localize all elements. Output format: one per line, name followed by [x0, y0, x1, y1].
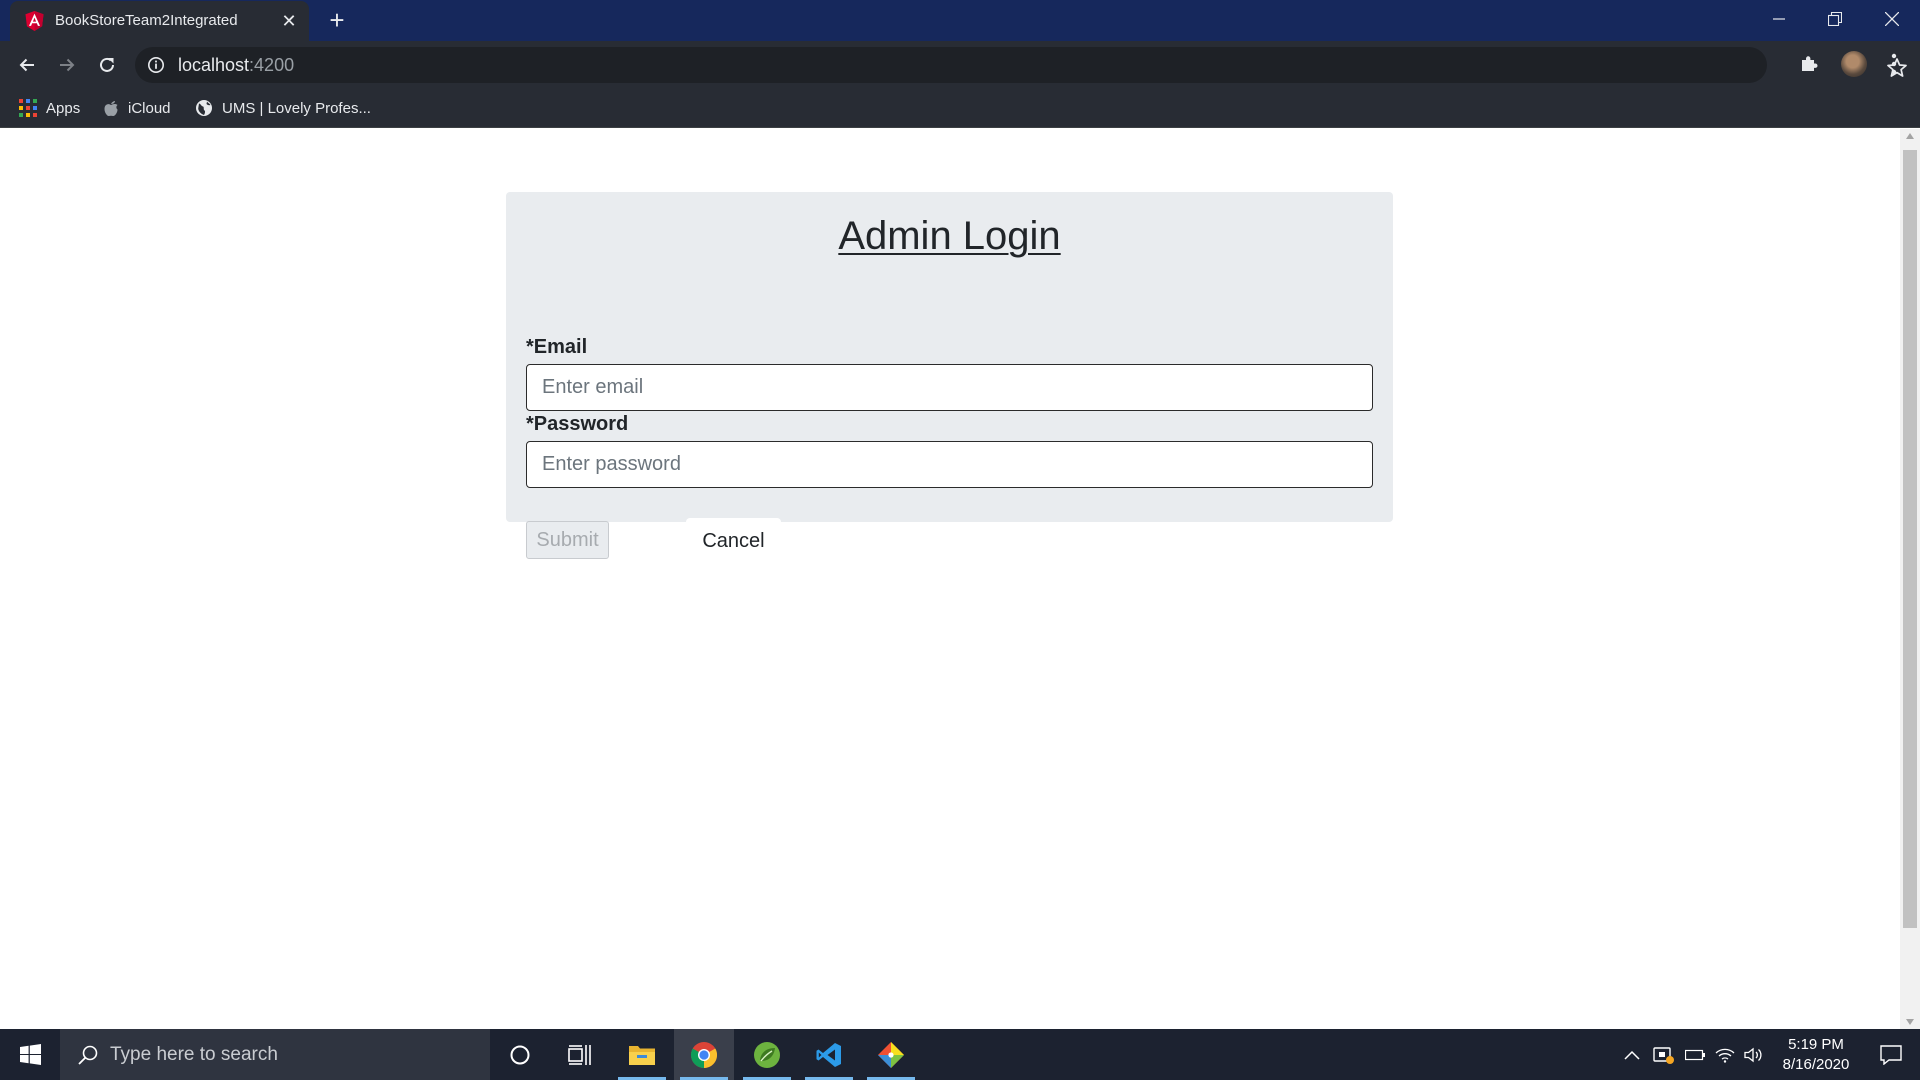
chrome-button[interactable] — [674, 1029, 734, 1080]
search-icon — [78, 1045, 98, 1065]
arrow-left-icon — [19, 58, 34, 72]
email-field[interactable] — [526, 364, 1373, 411]
meet-now-button[interactable] — [1650, 1029, 1678, 1080]
cancel-button[interactable]: Cancel — [686, 518, 781, 565]
search-placeholder: Type here to search — [110, 1044, 278, 1065]
bookmark-apps[interactable]: Apps — [19, 96, 80, 120]
apple-icon — [104, 101, 118, 117]
close-icon — [1884, 12, 1899, 26]
taskbar-search[interactable]: Type here to search — [60, 1029, 490, 1080]
start-button[interactable] — [0, 1029, 60, 1080]
page-viewport: Admin Login *Email *Password Submit Canc… — [0, 129, 1900, 1029]
volume-button[interactable] — [1741, 1029, 1767, 1080]
git-button[interactable] — [861, 1029, 921, 1080]
spring-tool-suite-icon — [754, 1041, 780, 1068]
restore-icon — [1827, 12, 1842, 26]
browser-toolbar: localhost:4200 — [0, 41, 1920, 88]
info-icon[interactable] — [147, 56, 165, 74]
close-window-button[interactable] — [1863, 0, 1920, 38]
bookmark-ums[interactable]: UMS | Lovely Profes... — [195, 96, 371, 120]
wifi-icon — [1715, 1048, 1735, 1063]
address-bar[interactable]: localhost:4200 — [135, 47, 1907, 83]
minimize-button[interactable] — [1750, 0, 1807, 38]
cortana-button[interactable] — [490, 1029, 550, 1080]
windows-taskbar: Type here to search 5:19 PM 8/16/2020 — [0, 1029, 1920, 1080]
vscode-button[interactable] — [799, 1029, 859, 1080]
clock-time: 5:19 PM — [1788, 1036, 1844, 1053]
meet-now-icon — [1653, 1046, 1674, 1064]
system-clock[interactable]: 5:19 PM 8/16/2020 — [1770, 1035, 1862, 1075]
spring-tool-suite-button[interactable] — [737, 1029, 797, 1080]
new-tab-button[interactable]: + — [324, 7, 350, 34]
bookmark-label: Apps — [46, 99, 81, 117]
extensions-puzzle-icon[interactable] — [1798, 51, 1822, 75]
reload-button[interactable] — [89, 47, 125, 83]
notification-icon — [1880, 1044, 1902, 1065]
forward-button[interactable] — [49, 47, 85, 83]
git-icon — [878, 1041, 904, 1068]
browser-tab[interactable]: BookStoreTeam2Integrated ✕ — [10, 1, 309, 41]
chevron-up-icon — [1624, 1050, 1640, 1060]
task-view-icon — [568, 1044, 591, 1065]
file-explorer-icon — [629, 1045, 655, 1065]
password-field[interactable] — [526, 441, 1373, 488]
login-card: Admin Login *Email *Password Submit Canc… — [506, 192, 1393, 565]
vscode-icon — [816, 1042, 841, 1067]
show-hidden-icons-button[interactable] — [1620, 1029, 1644, 1080]
file-explorer-button[interactable] — [612, 1029, 672, 1080]
profile-avatar[interactable] — [1841, 51, 1867, 77]
windows-logo-icon — [19, 1044, 41, 1065]
tab-close-icon[interactable]: ✕ — [278, 10, 300, 32]
submit-button[interactable]: Submit — [526, 521, 609, 559]
bookmark-icloud[interactable]: iCloud — [103, 96, 171, 120]
speaker-icon — [1744, 1047, 1762, 1062]
more-vertical-icon[interactable] — [1884, 51, 1904, 77]
url-host: localhost — [178, 55, 250, 75]
network-button[interactable] — [1712, 1029, 1738, 1080]
minimize-icon — [1772, 18, 1785, 20]
cortana-icon — [510, 1045, 530, 1064]
url-text: localhost:4200 — [178, 55, 294, 76]
vertical-scrollbar[interactable] — [1900, 129, 1920, 1029]
apps-grid-icon — [19, 99, 37, 117]
page-title: Admin Login — [838, 214, 1061, 258]
tab-title: BookStoreTeam2Integrated — [55, 12, 238, 29]
scroll-up-arrow-icon[interactable] — [1906, 133, 1914, 139]
scroll-down-arrow-icon[interactable] — [1906, 1019, 1914, 1025]
back-button[interactable] — [9, 47, 45, 83]
task-view-button[interactable] — [550, 1029, 610, 1080]
arrow-right-icon — [60, 58, 75, 72]
browser-title-bar: BookStoreTeam2Integrated ✕ + — [0, 0, 1920, 41]
globe-icon — [196, 100, 212, 116]
email-label: *Email — [526, 336, 588, 358]
action-center-button[interactable] — [1862, 1029, 1920, 1080]
clock-date: 8/16/2020 — [1782, 1056, 1850, 1073]
battery-icon — [1685, 1049, 1705, 1060]
reload-icon — [100, 57, 114, 72]
restore-button[interactable] — [1806, 0, 1863, 38]
scrollbar-thumb[interactable] — [1903, 150, 1917, 928]
bookmarks-bar: Apps iCloud UMS | Lovely Profes... — [0, 88, 1920, 128]
password-label: *Password — [526, 413, 629, 435]
chrome-icon — [690, 1041, 718, 1068]
bookmark-label: UMS | Lovely Profes... — [222, 99, 371, 117]
bookmark-label: iCloud — [128, 99, 171, 117]
url-port: :4200 — [249, 55, 295, 75]
battery-button[interactable] — [1683, 1029, 1707, 1080]
angular-icon — [25, 11, 44, 31]
